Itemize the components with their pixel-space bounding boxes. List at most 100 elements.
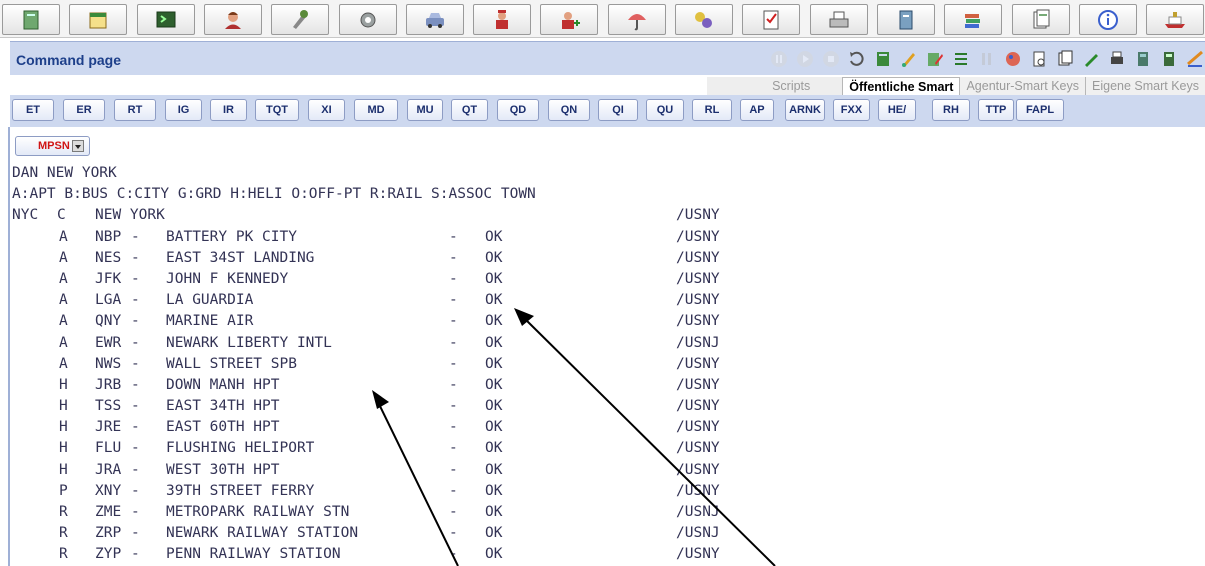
location-name: BATTERY PK CITY [166, 228, 297, 245]
smart-key-qt-button[interactable]: QT [451, 99, 488, 121]
smart-key-fapl-button[interactable]: FAPL [1016, 99, 1064, 121]
smart-key-rt-button[interactable]: RT [114, 99, 156, 121]
smart-key-ttp-button[interactable]: TTP [978, 99, 1014, 121]
smart-key-md-button[interactable]: MD [354, 99, 398, 121]
edit-note-icon[interactable] [925, 49, 945, 69]
smart-key-er-button[interactable]: ER [63, 99, 105, 121]
smart-key-arnk-button[interactable]: ARNK [785, 99, 825, 121]
toolbar-button-umbrella[interactable] [607, 4, 666, 35]
copy-icon[interactable] [1055, 49, 1075, 69]
list-icon[interactable] [951, 49, 971, 69]
database-icon[interactable] [1133, 49, 1153, 69]
palette-icon[interactable] [1003, 49, 1023, 69]
columns-icon[interactable] [977, 49, 997, 69]
location-region: /USNY [676, 249, 720, 266]
terminal-header-line: DAN NEW YORK [12, 165, 1202, 186]
mpsn-dropdown[interactable]: MPSN [15, 136, 90, 156]
smart-key-et-button[interactable]: ET [12, 99, 54, 121]
toolbar-button-network[interactable] [675, 4, 733, 35]
location-region: /USNY [676, 313, 720, 330]
smart-key-rh-button[interactable]: RH [932, 99, 970, 121]
smart-key-fxx-button[interactable]: FXX [833, 99, 870, 121]
location-code: JFK [95, 270, 122, 287]
separator-dash: - [449, 376, 458, 393]
separator-dash: - [449, 440, 458, 457]
smart-key-qu-button[interactable]: QU [646, 99, 684, 121]
smart-key-rl-button[interactable]: RL [692, 99, 732, 121]
toolbar-button-gear[interactable] [338, 4, 397, 35]
toolbar-button-documents[interactable] [1011, 4, 1070, 35]
toolbar-button-hotel-staff[interactable] [473, 4, 532, 35]
separator-dash: - [449, 228, 458, 245]
location-status: OK [485, 313, 503, 330]
smart-key-he-button[interactable]: HE/ [878, 99, 916, 121]
documents-icon [1033, 9, 1049, 28]
separator-dash: - [449, 249, 458, 266]
refresh-icon[interactable] [847, 49, 867, 69]
location-code: ZYP [95, 546, 122, 563]
smart-key-qd-button[interactable]: QD [497, 99, 539, 121]
car-icon [425, 12, 444, 28]
notebook-icon[interactable] [873, 49, 893, 69]
toolbar-button-terminal[interactable] [136, 4, 195, 35]
print-icon[interactable] [1107, 49, 1127, 69]
tools-icon [293, 9, 309, 29]
file-cabinet-icon [899, 10, 913, 29]
location-name: LA GUARDIA [166, 292, 254, 309]
pause-icon[interactable] [769, 49, 789, 69]
location-type: H [59, 461, 68, 478]
document-search-icon[interactable] [1029, 49, 1049, 69]
code-name-separator: - [131, 313, 140, 330]
location-code: QNY [95, 313, 122, 330]
tab-public-smart[interactable]: Öffentliche Smart [842, 77, 960, 96]
location-type: A [59, 355, 68, 372]
toolbar-button-stack[interactable] [944, 4, 1003, 35]
location-row: R ZYP PENN RAILWAY STATION - OK/USNY - [12, 546, 1202, 566]
chevron-down-icon[interactable] [72, 140, 84, 152]
pencil-icon[interactable] [1081, 49, 1101, 69]
tab-own-smart-keys[interactable]: Eigene Smart Keys [1085, 77, 1205, 96]
smart-key-mu-button[interactable]: MU [407, 99, 443, 121]
tab-scripts[interactable]: Scripts [707, 77, 843, 96]
separator-dash: - [449, 546, 458, 563]
separator-dash: - [449, 398, 458, 415]
smart-key-xi-button[interactable]: XI [308, 99, 345, 121]
signature-icon[interactable] [1185, 49, 1205, 69]
tab-agency-smart-keys[interactable]: Agentur-Smart Keys [959, 77, 1085, 96]
city-code: NYC [12, 207, 39, 224]
smart-key-ir-button[interactable]: IR [210, 99, 247, 121]
location-code: JRA [95, 461, 122, 478]
calculator-icon[interactable] [1159, 49, 1179, 69]
cruise-ship-icon [1165, 11, 1186, 28]
toolbar-button-calendar[interactable] [69, 4, 128, 35]
toolbar-button-agent[interactable] [203, 4, 262, 35]
location-status: OK [485, 376, 503, 393]
location-row: A NWS WALL STREET SPB - OK/USNY - [12, 356, 1202, 377]
smart-key-ig-button[interactable]: IG [165, 99, 202, 121]
toolbar-button-file-cabinet[interactable] [876, 4, 935, 35]
play-icon[interactable] [795, 49, 815, 69]
location-type: P [59, 482, 68, 499]
toolbar-button-tools[interactable] [271, 4, 330, 35]
toolbar-button-info[interactable] [1078, 4, 1137, 35]
brush-icon[interactable] [899, 49, 919, 69]
smart-key-qi-button[interactable]: QI [598, 99, 638, 121]
smart-key-tqt-button[interactable]: TQT [255, 99, 299, 121]
location-type: A [59, 270, 68, 287]
city-region: /USNY [676, 207, 720, 224]
toolbar-button-printer[interactable] [809, 4, 868, 35]
smart-key-ap-button[interactable]: AP [740, 99, 774, 121]
toolbar-button-cruise-ship[interactable] [1146, 4, 1205, 35]
toolbar-button-book[interactable] [2, 4, 60, 35]
toolbar-button-add-staff[interactable] [540, 4, 599, 35]
toolbar-button-checklist[interactable] [742, 4, 801, 35]
city-row: NYC C NEW YORK /USNY [12, 207, 1202, 228]
location-type: R [59, 525, 68, 542]
smart-key-qn-button[interactable]: QN [548, 99, 590, 121]
location-region: /USNJ [676, 334, 720, 351]
location-type: A [59, 228, 68, 245]
toolbar-button-car[interactable] [405, 4, 464, 35]
location-name: EAST 34TH HPT [166, 398, 280, 415]
book-icon [23, 10, 39, 29]
stop-icon[interactable] [821, 49, 841, 69]
